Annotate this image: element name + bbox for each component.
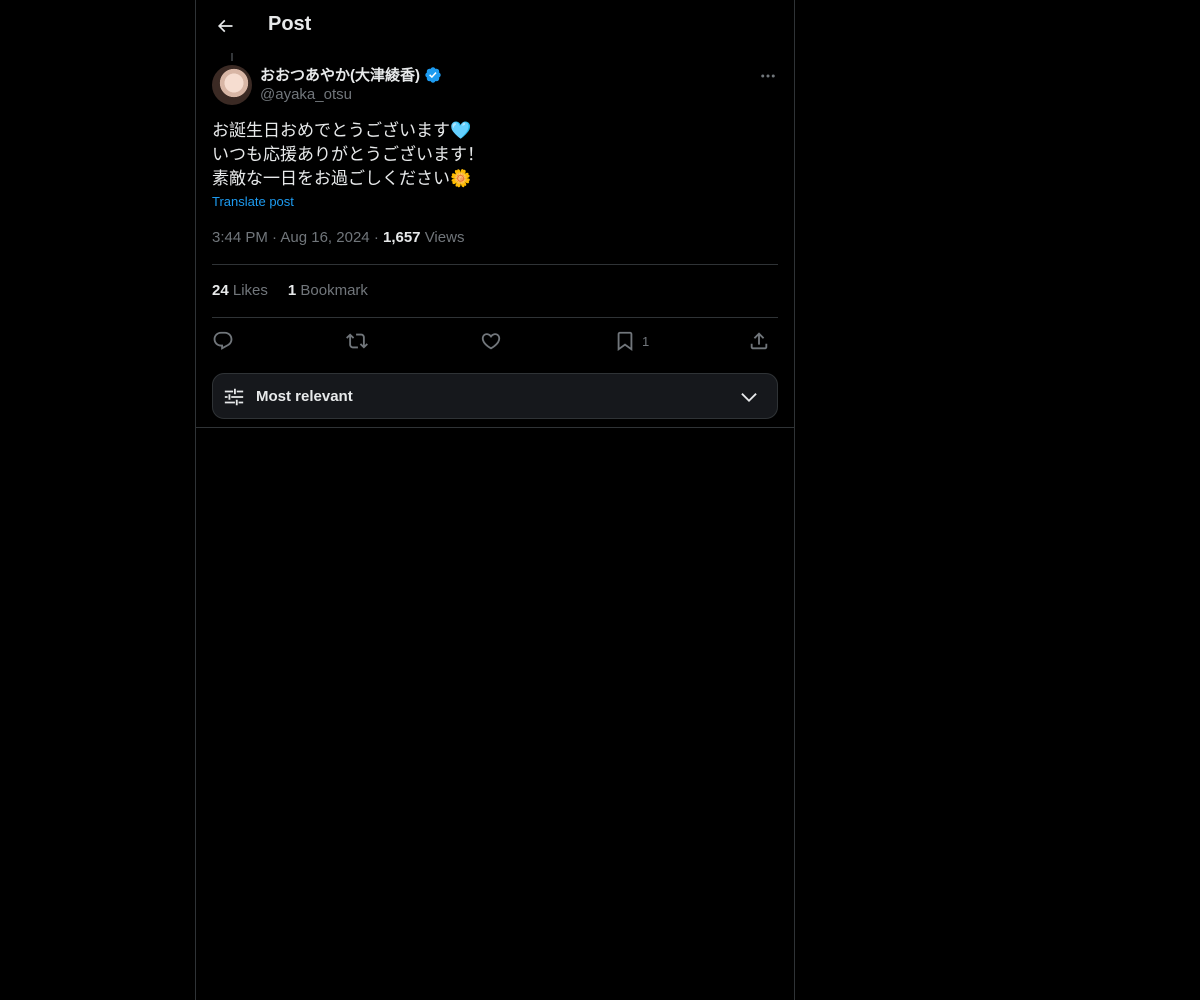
bookmark-icon — [614, 330, 636, 352]
bookmark-button[interactable]: 1 — [614, 326, 649, 356]
post-line: お誕生日おめでとうございます🩵 — [212, 121, 472, 140]
more-horizontal-icon — [759, 67, 777, 85]
chevron-down-icon — [739, 387, 759, 407]
bookmarks-count: 1 — [287, 282, 297, 299]
divider — [196, 427, 794, 428]
engagement-stats: 24 Likes 1 Bookmark — [212, 282, 368, 299]
sliders-icon — [223, 386, 245, 408]
likes-label: Likes — [232, 282, 268, 299]
verified-badge-icon — [424, 66, 442, 84]
likes-count: 24 — [212, 282, 229, 299]
bookmarks-label: Bookmark — [300, 282, 368, 299]
sort-label: Most relevant — [256, 388, 353, 405]
avatar[interactable] — [212, 65, 252, 105]
meta-separator: · — [272, 229, 278, 246]
share-button[interactable] — [748, 326, 770, 356]
author-name-link[interactable]: おおつあやか(大津綾香) — [260, 64, 442, 85]
share-icon — [748, 330, 770, 352]
header: Post — [196, 0, 794, 53]
translate-post-link[interactable]: Translate post — [212, 194, 294, 209]
author-handle[interactable]: @ayaka_otsu — [260, 86, 352, 103]
repost-icon — [346, 330, 368, 352]
views-label: Views — [424, 229, 465, 246]
like-button[interactable] — [480, 326, 502, 356]
page-title: Post — [268, 13, 312, 35]
meta-separator: · — [373, 229, 379, 246]
thread-connector — [231, 53, 233, 61]
post-meta: 3:44 PM · Aug 16, 2024 · 1,657 Views — [212, 229, 464, 246]
post-date[interactable]: Aug 16, 2024 — [280, 229, 369, 246]
post-time[interactable]: 3:44 PM — [212, 229, 268, 246]
reply-icon — [212, 330, 234, 352]
likes-stat[interactable]: 24 Likes — [212, 282, 268, 299]
reply-button[interactable] — [212, 326, 234, 356]
divider — [212, 317, 778, 318]
post-line: いつも応援ありがとうございます！ — [212, 145, 484, 164]
views-count: 1,657 — [382, 229, 421, 246]
author-name: おおつあやか(大津綾香) — [260, 67, 420, 84]
divider — [212, 264, 778, 265]
arrow-left-icon — [215, 16, 235, 36]
repost-button[interactable] — [346, 326, 368, 356]
bookmark-count: 1 — [642, 333, 650, 349]
action-bar: 1 — [212, 326, 778, 356]
heart-icon — [480, 330, 502, 352]
back-button[interactable] — [208, 9, 242, 43]
post-line: 素敵な一日をお過ごしください🌼 — [212, 169, 472, 188]
bookmarks-stat[interactable]: 1 Bookmark — [288, 282, 368, 299]
post-text: お誕生日おめでとうございます🩵 いつも応援ありがとうございます！ 素敵な一日をお… — [212, 119, 778, 191]
post-column: Post おおつあやか(大津綾香) @ayaka_otsu お誕生日おめでとうご… — [195, 0, 795, 1000]
more-options-button[interactable] — [756, 64, 780, 88]
reply-sort-dropdown[interactable]: Most relevant — [212, 373, 778, 419]
